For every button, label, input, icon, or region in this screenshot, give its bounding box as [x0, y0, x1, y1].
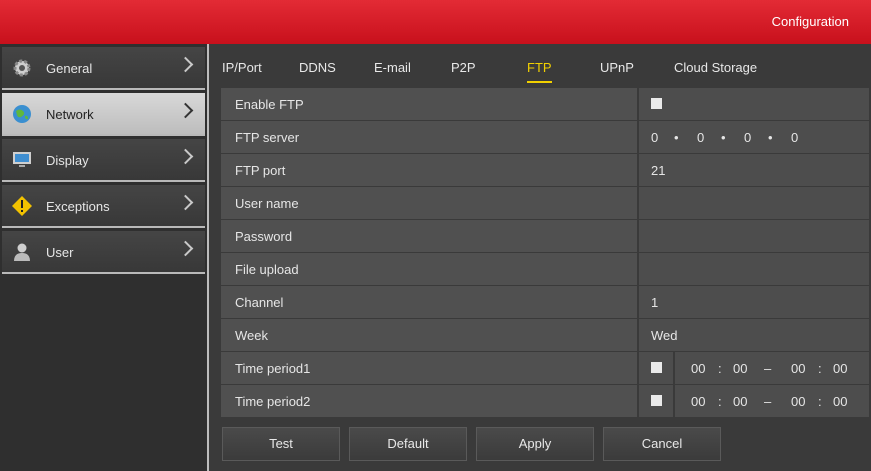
- end-hour[interactable]: 00: [791, 361, 805, 376]
- sidebar-item-label: Display: [46, 153, 89, 168]
- tab-upnp[interactable]: UPnP: [600, 60, 634, 75]
- start-hour[interactable]: 00: [691, 361, 705, 376]
- time-period1-label: Time period1: [235, 361, 311, 376]
- ip-separator: •: [768, 130, 773, 145]
- tab-p2p[interactable]: P2P: [451, 60, 476, 75]
- sidebar-item-label: Exceptions: [46, 199, 110, 214]
- time-colon: :: [718, 394, 722, 409]
- end-minute[interactable]: 00: [833, 394, 847, 409]
- time-colon: :: [718, 361, 722, 376]
- channel-select[interactable]: 1: [639, 286, 869, 318]
- channel-label: Channel: [235, 295, 284, 310]
- time-dash: –: [764, 394, 772, 409]
- chevron-right-icon: [177, 240, 194, 257]
- enable-ftp-label: Enable FTP: [235, 97, 304, 112]
- row-channel: Channel 1: [221, 286, 869, 319]
- end-minute[interactable]: 00: [833, 361, 847, 376]
- chevron-right-icon: [177, 102, 194, 119]
- apply-button[interactable]: Apply: [476, 427, 594, 461]
- row-enable-ftp: Enable FTP: [221, 88, 869, 121]
- time-colon: :: [818, 394, 822, 409]
- time-period1-range-input[interactable]: 00 : 00 – 00 : 00: [673, 352, 871, 384]
- tab-email[interactable]: E-mail: [374, 60, 411, 75]
- time-period2-label: Time period2: [235, 394, 311, 409]
- sidebar-item-exceptions[interactable]: Exceptions: [2, 185, 205, 228]
- row-time-period1: Time period1 00 : 00 – 00 : 00: [221, 352, 869, 385]
- password-label: Password: [235, 229, 293, 244]
- warning-icon: [12, 196, 32, 216]
- main-panel: IP/Port DDNS E-mail P2P FTP UPnP Cloud S…: [209, 44, 871, 471]
- sidebar-item-label: User: [46, 245, 74, 260]
- start-minute[interactable]: 00: [733, 394, 747, 409]
- sidebar: General Network Display Exceptions User: [0, 44, 209, 471]
- sidebar-item-label: Network: [46, 107, 94, 122]
- sidebar-item-display[interactable]: Display: [2, 139, 205, 182]
- time-dash: –: [764, 361, 772, 376]
- week-select[interactable]: Wed: [639, 319, 869, 351]
- top-header-bar: Configuration: [0, 0, 871, 44]
- cancel-button[interactable]: Cancel: [603, 427, 721, 461]
- ip-octet-2[interactable]: 0: [697, 130, 704, 145]
- week-value: Wed: [651, 328, 678, 343]
- end-hour[interactable]: 00: [791, 394, 805, 409]
- sidebar-item-label: General: [46, 61, 93, 76]
- ftp-port-value: 21: [651, 163, 666, 178]
- globe-icon: [13, 105, 31, 123]
- user-icon: [14, 243, 30, 261]
- default-button[interactable]: Default: [349, 427, 467, 461]
- ip-octet-4[interactable]: 0: [791, 130, 798, 145]
- ftp-server-label: FTP server: [235, 130, 300, 145]
- ip-separator: •: [674, 130, 679, 145]
- ftp-port-label: FTP port: [235, 163, 286, 178]
- monitor-icon: [13, 152, 31, 167]
- tab-ftp[interactable]: FTP: [527, 60, 552, 83]
- sidebar-item-general[interactable]: General: [2, 47, 205, 90]
- start-hour[interactable]: 00: [691, 394, 705, 409]
- gear-icon: [13, 59, 31, 77]
- start-minute[interactable]: 00: [733, 361, 747, 376]
- sidebar-item-user[interactable]: User: [2, 231, 205, 274]
- test-button[interactable]: Test: [222, 427, 340, 461]
- time-period2-checkbox[interactable]: [651, 395, 662, 406]
- chevron-right-icon: [177, 194, 194, 211]
- password-input[interactable]: [639, 220, 869, 252]
- time-colon: :: [818, 361, 822, 376]
- tab-cloud-storage[interactable]: Cloud Storage: [674, 60, 757, 75]
- file-upload-label: File upload: [235, 262, 299, 277]
- user-name-input[interactable]: [639, 187, 869, 219]
- chevron-right-icon: [177, 148, 194, 165]
- ip-octet-3[interactable]: 0: [744, 130, 751, 145]
- row-ftp-server: FTP server 0 • 0 • 0 • 0: [221, 121, 869, 154]
- row-user-name: User name: [221, 187, 869, 220]
- channel-value: 1: [651, 295, 659, 310]
- row-password: Password: [221, 220, 869, 253]
- ip-separator: •: [721, 130, 726, 145]
- week-label: Week: [235, 328, 268, 343]
- file-upload-select[interactable]: [639, 253, 869, 285]
- sidebar-item-network[interactable]: Network: [2, 93, 205, 136]
- enable-ftp-checkbox[interactable]: [651, 98, 662, 109]
- ftp-port-input[interactable]: 21: [639, 154, 869, 186]
- time-period1-checkbox[interactable]: [651, 362, 662, 373]
- tab-bar: IP/Port DDNS E-mail P2P FTP UPnP Cloud S…: [209, 44, 871, 88]
- header-title: Configuration: [771, 14, 849, 29]
- tab-ddns[interactable]: DDNS: [299, 60, 336, 75]
- tab-ip-port[interactable]: IP/Port: [222, 60, 262, 75]
- ftp-server-ip-input[interactable]: 0 • 0 • 0 • 0: [639, 121, 869, 153]
- row-week: Week Wed: [221, 319, 869, 352]
- row-file-upload: File upload: [221, 253, 869, 286]
- ip-octet-1[interactable]: 0: [651, 130, 658, 145]
- row-time-period2: Time period2 00 : 00 – 00 : 00: [221, 385, 869, 418]
- time-period2-range-input[interactable]: 00 : 00 – 00 : 00: [673, 385, 871, 417]
- chevron-right-icon: [177, 56, 194, 73]
- user-name-label: User name: [235, 196, 299, 211]
- row-ftp-port: FTP port 21: [221, 154, 869, 187]
